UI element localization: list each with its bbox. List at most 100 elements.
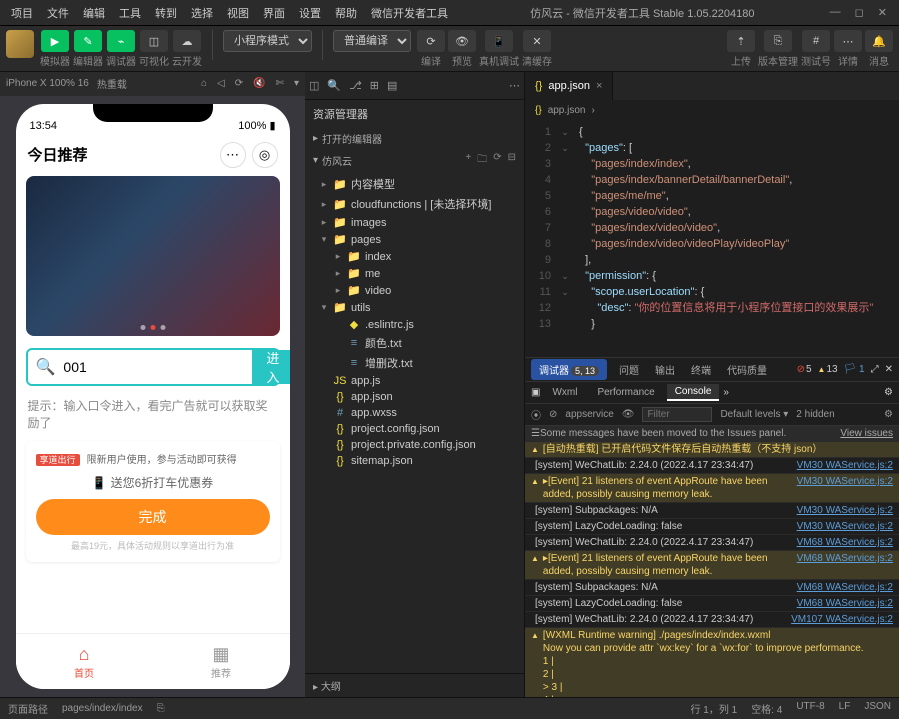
log-source-link[interactable]: VM68 WAService.js:2 (797, 552, 893, 578)
file-颜色.txt[interactable]: ≡颜色.txt (305, 333, 524, 353)
settings-icon[interactable]: ⚙ (884, 409, 893, 420)
file-内容模型[interactable]: ▸📁内容模型 (305, 174, 524, 194)
error-count[interactable]: 5 (797, 364, 812, 375)
tab-home[interactable]: ⌂首页 (16, 634, 153, 689)
file-index[interactable]: ▸📁index (305, 248, 524, 265)
tab-recommend[interactable]: ▦推荐 (153, 634, 290, 689)
more-icon[interactable]: ▾ (294, 78, 299, 89)
more-icon[interactable]: ⋯ (509, 79, 520, 92)
filter-input[interactable] (642, 407, 712, 422)
avatar[interactable] (6, 30, 34, 58)
banner-swiper[interactable] (26, 176, 280, 336)
file-sitemap.json[interactable]: {}sitemap.json (305, 453, 524, 469)
fold-icon[interactable]: ▤ (387, 79, 397, 92)
subtab-Console[interactable]: Console (667, 384, 720, 401)
file-.eslintrc.js[interactable]: ◆.eslintrc.js (305, 316, 524, 333)
log-source-link[interactable]: VM30 WAService.js:2 (797, 459, 893, 472)
tb-预览[interactable]: 👁预览 (448, 30, 476, 68)
log-source-link[interactable]: VM30 WAService.js:2 (797, 520, 893, 533)
new-file-icon[interactable]: + (465, 152, 471, 169)
levels-select[interactable]: Default levels ▾ (720, 409, 788, 420)
dt-tab-终端[interactable]: 终端 (683, 363, 719, 380)
menu-转到[interactable]: 转到 (148, 1, 184, 25)
volume-icon[interactable]: 🔇 (253, 78, 265, 89)
capsule-close-icon[interactable]: ◎ (252, 142, 278, 168)
back-icon[interactable]: ◁ (217, 78, 225, 89)
eye-icon[interactable]: 👁 (622, 409, 635, 420)
dt-tab-输出[interactable]: 输出 (647, 363, 683, 380)
menu-微信开发者工具[interactable]: 微信开发者工具 (364, 1, 455, 25)
tb-云开发[interactable]: ☁云开发 (172, 30, 202, 68)
menu-工具[interactable]: 工具 (112, 1, 148, 25)
log-source-link[interactable]: VM68 WAService.js:2 (797, 581, 893, 594)
search-tab-icon[interactable]: 🔍 (327, 79, 341, 92)
home-icon[interactable]: ⌂ (201, 78, 207, 89)
info-count[interactable]: 🏳 1 (844, 364, 865, 375)
file-images[interactable]: ▸📁images (305, 214, 524, 231)
warn-count[interactable]: 13 (818, 364, 838, 375)
maximize-icon[interactable]: ◻ (855, 6, 864, 19)
element-picker-icon[interactable]: ▣ (531, 387, 540, 398)
tb-模拟器[interactable]: ▶模拟器 (40, 30, 70, 68)
log-source-link[interactable]: VM107 WAService.js:2 (791, 613, 893, 626)
tb-可视化[interactable]: ◫可视化 (139, 30, 169, 68)
file-app.js[interactable]: JSapp.js (305, 373, 524, 389)
file-cloudfunctions | [未选择环境][interactable]: ▸📁cloudfunctions | [未选择环境] (305, 194, 524, 214)
status-JSON[interactable]: JSON (864, 701, 891, 716)
file-增删改.txt[interactable]: ≡增删改.txt (305, 353, 524, 373)
file-utils[interactable]: ▾📁utils (305, 299, 524, 316)
tb-消息[interactable]: 🔔消息 (865, 30, 893, 68)
file-me[interactable]: ▸📁me (305, 265, 524, 282)
done-button[interactable]: 完成 (36, 499, 270, 535)
file-pages[interactable]: ▾📁pages (305, 231, 524, 248)
hot-reload-label[interactable]: 热重载 (97, 76, 127, 91)
copy-icon[interactable]: ⎘ (157, 703, 165, 714)
tb-编辑器[interactable]: ✎编辑器 (73, 30, 103, 68)
status-空格: 4[interactable]: 空格: 4 (751, 701, 782, 716)
subtab-Wxml[interactable]: Wxml (544, 385, 585, 400)
status-LF[interactable]: LF (839, 701, 851, 716)
tb-详情[interactable]: ⋯详情 (834, 30, 862, 68)
status-行 1，列 1[interactable]: 行 1，列 1 (691, 701, 738, 716)
clear-icon[interactable]: ⊘ (549, 409, 557, 420)
page-path[interactable]: pages/index/index (62, 703, 143, 714)
tb-测试号[interactable]: #测试号 (801, 30, 831, 68)
tb-上传[interactable]: ⇡上传 (727, 30, 755, 68)
dt-tab-问题[interactable]: 问题 (611, 363, 647, 380)
compile-select[interactable]: 普通编译 (333, 30, 411, 52)
explorer-tab-icon[interactable]: ◫ (309, 79, 319, 92)
code-input[interactable] (55, 359, 252, 375)
outline-section[interactable]: ▸ 大纲 (305, 673, 524, 697)
inspect-icon[interactable]: ⦿ (531, 407, 541, 422)
editor-tab-appjson[interactable]: {}app.json× (525, 72, 613, 100)
refresh-icon[interactable]: ⟳ (493, 152, 501, 169)
close-icon[interactable]: ✕ (878, 6, 887, 19)
minimize-icon[interactable]: — (830, 6, 841, 19)
open-editors-section[interactable]: ▸ 打开的编辑器 (305, 128, 524, 149)
status-UTF-8[interactable]: UTF-8 (796, 701, 824, 716)
device-label[interactable]: iPhone X 100% 16 (6, 78, 89, 89)
log-source-link[interactable]: VM30 WAService.js:2 (797, 504, 893, 517)
tb-编译[interactable]: ⟳编译 (417, 30, 445, 68)
mode-select[interactable]: 小程序模式 (223, 30, 312, 52)
menu-编辑[interactable]: 编辑 (76, 1, 112, 25)
menu-设置[interactable]: 设置 (292, 1, 328, 25)
root-folder[interactable]: ▾ 仿风云 + 🗀 ⟳ ⊟ (305, 149, 524, 172)
menu-帮助[interactable]: 帮助 (328, 1, 364, 25)
subtab-Performance[interactable]: Performance (589, 385, 662, 400)
cut-icon[interactable]: ✄ (276, 78, 284, 89)
view-issues-link[interactable]: View issues (840, 427, 893, 440)
close-devtools-icon[interactable]: ✕ (885, 364, 893, 375)
hidden-count[interactable]: 2 hidden (796, 409, 834, 420)
new-folder-icon[interactable]: 🗀 (477, 152, 487, 169)
file-project.private.config.json[interactable]: {}project.private.config.json (305, 437, 524, 453)
tb-清缓存[interactable]: ✕清缓存 (522, 30, 552, 68)
enter-button[interactable]: 进入 (252, 350, 289, 384)
log-source-link[interactable]: VM68 WAService.js:2 (797, 597, 893, 610)
dt-tab-代码质量[interactable]: 代码质量 (719, 363, 775, 380)
console-output[interactable]: ☰ Some messages have been moved to the I… (525, 426, 899, 697)
ext-tab-icon[interactable]: ⊞ (370, 79, 379, 92)
menu-文件[interactable]: 文件 (40, 1, 76, 25)
tb-调试器[interactable]: ⌁调试器 (106, 30, 136, 68)
menu-视图[interactable]: 视图 (220, 1, 256, 25)
